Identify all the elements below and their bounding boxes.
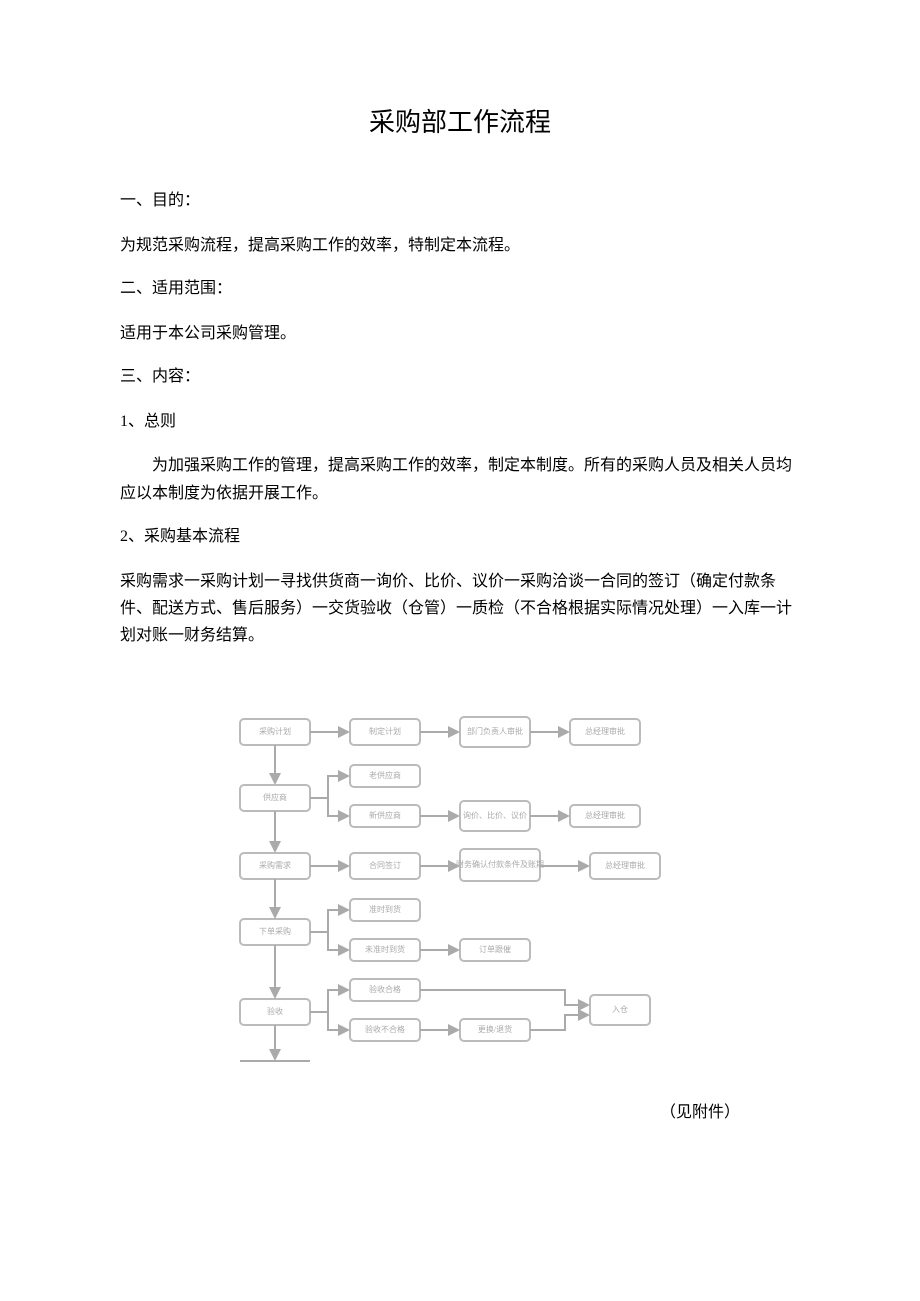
section-3-sub2-body: 采购需求一采购计划一寻找供货商一询价、比价、议价一采购洽谈一合同的签订（确定付款… — [120, 568, 800, 650]
section-3-sub2-heading: 2、采购基本流程 — [120, 523, 800, 552]
attachment-note: （见附件） — [120, 1099, 800, 1128]
flow-node: 未准时到货 — [365, 944, 405, 954]
flow-node: 入仓 — [612, 1004, 628, 1014]
flow-node: 总经理审批 — [585, 810, 625, 820]
flow-node: 准时到货 — [369, 904, 401, 914]
flow-row-4: 下单采购 准时到货 未准时到货 订单跟催 — [240, 899, 530, 961]
flow-node: 验收合格 — [369, 984, 401, 994]
flow-node: 老供应商 — [369, 770, 401, 780]
flow-node: 制定计划 — [369, 726, 401, 736]
flow-node: 询价、比价、议价 — [463, 810, 527, 820]
flow-node: 下单采购 — [259, 926, 291, 936]
section-3-sub1-body: 为加强采购工作的管理，提高采购工作的效率，制定本制度。所有的采购人员及相关人员均… — [120, 452, 800, 506]
flow-node: 验收不合格 — [365, 1024, 405, 1034]
section-2-body: 适用于本公司采购管理。 — [120, 320, 800, 347]
page-title: 采购部工作流程 — [120, 100, 800, 147]
section-3-heading: 三、内容： — [120, 363, 800, 392]
flow-node: 验收 — [267, 1006, 283, 1016]
section-2-heading: 二、适用范围： — [120, 275, 800, 304]
flow-node: 新供应商 — [369, 810, 401, 820]
flow-node: 部门负责人审批 — [467, 726, 523, 736]
flow-node: 更换/退货 — [478, 1024, 512, 1034]
flow-node: 采购计划 — [259, 726, 291, 736]
flow-node: 总经理审批 — [605, 860, 645, 870]
flow-node: 供应商 — [263, 792, 287, 802]
flow-row-3: 采购需求 合同签订 财务确认付款条件及账期 总经理审批 — [240, 849, 660, 881]
section-3-sub1-heading: 1、总则 — [120, 408, 800, 437]
flowchart-container: 采购计划 制定计划 部门负责人审批 总经理审批 供应商 老供应商 新供应商 询价… — [120, 709, 800, 1069]
flow-node: 总经理审批 — [585, 726, 625, 736]
flow-node: 采购需求 — [259, 860, 291, 870]
flow-node: 财务确认付款条件及账期 — [456, 859, 544, 869]
section-1-heading: 一、目的： — [120, 187, 800, 216]
flowchart-svg: 采购计划 制定计划 部门负责人审批 总经理审批 供应商 老供应商 新供应商 询价… — [230, 709, 690, 1069]
flow-row-5: 验收 验收合格 验收不合格 更换/退货 入仓 — [240, 979, 650, 1041]
section-1-body: 为规范采购流程，提高采购工作的效率，特制定本流程。 — [120, 232, 800, 259]
flow-row-1: 采购计划 制定计划 部门负责人审批 总经理审批 — [240, 717, 640, 747]
flow-row-2: 供应商 老供应商 新供应商 询价、比价、议价 总经理审批 — [240, 765, 640, 831]
flow-node: 订单跟催 — [479, 944, 511, 954]
flow-node: 合同签订 — [369, 860, 401, 870]
